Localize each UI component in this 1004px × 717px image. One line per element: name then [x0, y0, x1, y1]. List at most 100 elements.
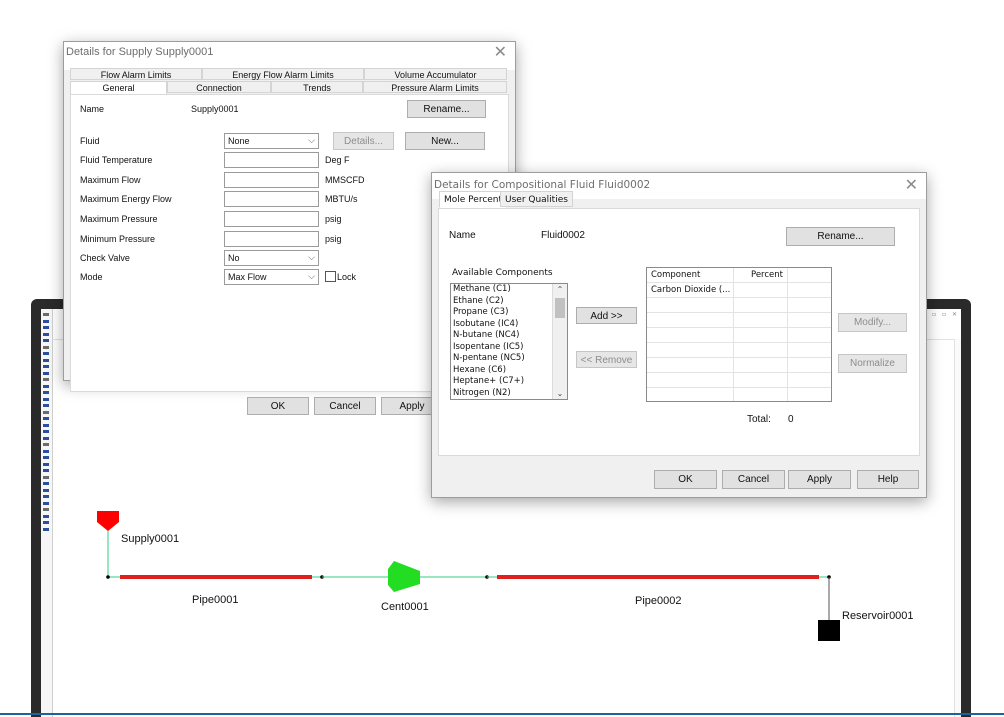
compressor-icon[interactable] — [388, 561, 420, 592]
maximum-energy-flow-input[interactable] — [224, 191, 319, 207]
table-row[interactable] — [647, 298, 831, 313]
list-item[interactable]: Isopentane (IC5) — [451, 342, 567, 354]
maximum-energy-flow-unit: MBTU/s — [325, 194, 358, 204]
list-item[interactable]: Hexane (C6) — [451, 365, 567, 377]
tab-pressure-alarm-limits[interactable]: Pressure Alarm Limits — [363, 81, 507, 93]
total-label: Total: — [747, 414, 771, 425]
table-row[interactable] — [647, 313, 831, 328]
mole-percent-panel: Name Fluid0002 Rename... Available Compo… — [438, 208, 920, 456]
list-item[interactable]: N-pentane (NC5) — [451, 353, 567, 365]
maximum-flow-label: Maximum Flow — [80, 175, 141, 185]
remove-component-button[interactable]: << Remove — [576, 351, 637, 368]
tab-volume-accumulator[interactable]: Volume Accumulator — [364, 68, 507, 80]
fluid-ok-button[interactable]: OK — [654, 470, 717, 489]
column-header-component: Component — [651, 270, 701, 280]
add-component-button[interactable]: Add >> — [576, 307, 637, 324]
chevron-down-icon[interactable]: ⌄ — [553, 389, 567, 398]
lock-checkbox[interactable] — [325, 271, 336, 282]
tab-trends[interactable]: Trends — [271, 81, 363, 93]
maximum-pressure-label: Maximum Pressure — [80, 214, 158, 224]
minimum-pressure-input[interactable] — [224, 231, 319, 247]
check-valve-label: Check Valve — [80, 253, 130, 263]
tab-mole-percent[interactable]: Mole Percent — [439, 191, 508, 208]
table-row[interactable] — [647, 388, 831, 401]
rename-button[interactable]: Rename... — [407, 100, 486, 118]
fluid-temperature-unit: Deg F — [325, 155, 350, 165]
fluid-name-value: Fluid0002 — [541, 230, 585, 241]
mode-value: Max Flow — [228, 272, 267, 282]
supply-dialog-titlebar: Details for Supply Supply0001 ✕ — [64, 42, 515, 70]
pipe2-label: Pipe0002 — [635, 595, 682, 607]
ok-button[interactable]: OK — [247, 397, 309, 415]
fluid-dialog-title: Details for Compositional Fluid Fluid000… — [434, 179, 651, 191]
chevron-up-icon[interactable]: ⌃ — [553, 285, 567, 294]
column-header-percent: Percent — [751, 270, 783, 280]
pipe1-label: Pipe0001 — [192, 594, 239, 606]
maximum-pressure-unit: psig — [325, 214, 342, 224]
list-item[interactable]: N-butane (NC4) — [451, 330, 567, 342]
table-row[interactable] — [647, 358, 831, 373]
cancel-button[interactable]: Cancel — [314, 397, 376, 415]
list-item[interactable]: Methane (C1) — [451, 284, 567, 296]
lock-label: Lock — [337, 272, 357, 282]
maximum-energy-flow-label: Maximum Energy Flow — [80, 194, 172, 204]
list-item[interactable]: Propane (C3) — [451, 307, 567, 319]
table-row[interactable] — [647, 328, 831, 343]
fluid-rename-button[interactable]: Rename... — [786, 227, 895, 246]
available-components-list[interactable]: Methane (C1) Ethane (C2) Propane (C3) Is… — [450, 283, 568, 400]
list-item[interactable]: Heptane+ (C7+) — [451, 376, 567, 388]
tab-connection[interactable]: Connection — [167, 81, 271, 93]
available-components-label: Available Components — [452, 268, 553, 278]
list-scrollbar[interactable]: ⌃ ⌄ — [552, 284, 567, 399]
name-value: Supply0001 — [191, 104, 239, 114]
chevron-down-icon: ⌵ — [308, 272, 315, 282]
fluid-label: Fluid — [80, 136, 100, 146]
grid-header: Component Percent — [647, 268, 831, 283]
tab-energy-flow-alarm-limits[interactable]: Energy Flow Alarm Limits — [202, 68, 364, 80]
composition-grid[interactable]: Component Percent Carbon Dioxide (... — [646, 267, 832, 402]
new-fluid-button[interactable]: New... — [405, 132, 485, 150]
junction-node[interactable] — [106, 575, 110, 579]
grid-cell-component: Carbon Dioxide (... — [651, 285, 731, 295]
tab-general[interactable]: General — [70, 81, 167, 95]
name-label: Name — [80, 104, 105, 114]
maximum-flow-unit: MMSCFD — [325, 175, 365, 185]
fluid-apply-button[interactable]: Apply — [788, 470, 851, 489]
supply-node-icon[interactable] — [97, 511, 119, 531]
mode-select[interactable]: Max Flow ⌵ — [224, 269, 319, 285]
total-value: 0 — [788, 414, 794, 425]
table-row[interactable] — [647, 373, 831, 388]
list-item[interactable]: Isobutane (IC4) — [451, 319, 567, 331]
list-item[interactable]: Ethane (C2) — [451, 296, 567, 308]
tab-user-qualities[interactable]: User Qualities — [500, 191, 573, 207]
tab-flow-alarm-limits[interactable]: Flow Alarm Limits — [70, 68, 202, 80]
check-valve-value: No — [228, 253, 240, 263]
fluid-temperature-input[interactable] — [224, 152, 319, 168]
scrollbar-thumb[interactable] — [555, 298, 565, 318]
minimum-pressure-label: Minimum Pressure — [80, 234, 156, 244]
normalize-button[interactable]: Normalize — [838, 354, 907, 373]
fluid-select-value: None — [228, 136, 250, 146]
fluid-select[interactable]: None ⌵ — [224, 133, 319, 149]
fluid-cancel-button[interactable]: Cancel — [722, 470, 785, 489]
maximum-flow-input[interactable] — [224, 172, 319, 188]
compressor-label: Cent0001 — [381, 601, 429, 613]
chevron-down-icon: ⌵ — [308, 136, 315, 146]
supply-label: Supply0001 — [121, 533, 180, 545]
check-valve-select[interactable]: No ⌵ — [224, 250, 319, 266]
reservoir-node-icon[interactable] — [818, 620, 840, 641]
table-row[interactable]: Carbon Dioxide (... — [647, 283, 831, 298]
table-row[interactable] — [647, 343, 831, 358]
fluid-temperature-label: Fluid Temperature — [80, 155, 153, 165]
close-icon[interactable]: ✕ — [905, 177, 918, 193]
fluid-help-button[interactable]: Help — [857, 470, 919, 489]
maximum-pressure-input[interactable] — [224, 211, 319, 227]
close-icon[interactable]: ✕ — [494, 44, 507, 60]
list-item[interactable]: Nitrogen (N2) — [451, 388, 567, 400]
modify-button[interactable]: Modify... — [838, 313, 907, 332]
minimum-pressure-unit: psig — [325, 234, 342, 244]
reservoir-label: Reservoir0001 — [842, 610, 914, 622]
mode-label: Mode — [80, 272, 103, 282]
details-button[interactable]: Details... — [333, 132, 394, 150]
compositional-fluid-dialog: Details for Compositional Fluid Fluid000… — [431, 172, 927, 498]
